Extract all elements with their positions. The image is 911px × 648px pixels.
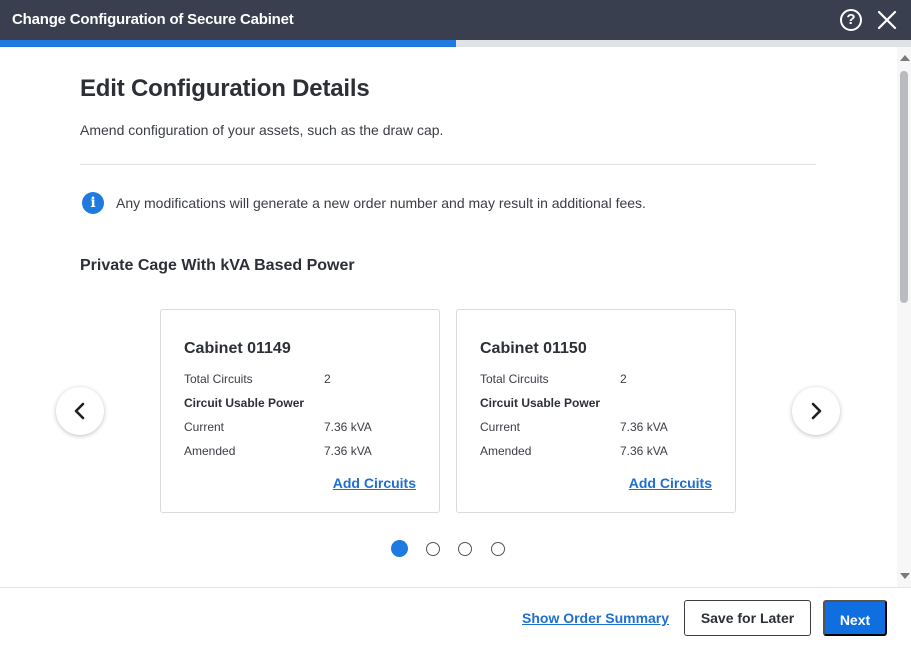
card-title: Cabinet 01149 xyxy=(184,340,291,357)
carousel-dot-2[interactable] xyxy=(426,542,440,556)
amended-label: Amended xyxy=(480,444,532,458)
next-button[interactable]: Next xyxy=(823,600,887,636)
wizard-progress-bar xyxy=(0,40,911,47)
dialog-content: Edit Configuration Details Amend configu… xyxy=(0,47,897,587)
section-title: Private Cage With kVA Based Power xyxy=(80,257,355,274)
current-label: Current xyxy=(184,420,225,434)
notice-text: Any modifications will generate a new or… xyxy=(116,195,646,211)
save-for-later-button[interactable]: Save for Later xyxy=(684,600,811,636)
window-title: Change Configuration of Secure Cabinet xyxy=(12,11,294,28)
cabinet-card: Cabinet 01149 Total Circuits 2 Circuit U… xyxy=(160,309,440,513)
amended-value: 7.36 kVA xyxy=(620,444,668,458)
info-icon: i xyxy=(82,192,104,214)
chevron-left-icon xyxy=(74,402,85,420)
carousel-prev-button[interactable] xyxy=(56,387,104,435)
amended-value: 7.36 kVA xyxy=(324,444,372,458)
card-title: Cabinet 01150 xyxy=(480,340,587,357)
vertical-scrollbar[interactable] xyxy=(897,47,911,587)
current-label: Current xyxy=(480,420,521,434)
carousel-dot-4[interactable] xyxy=(491,542,505,556)
scroll-up-arrow-icon[interactable] xyxy=(900,55,910,61)
current-value: 7.36 kVA xyxy=(324,420,372,434)
current-value: 7.36 kVA xyxy=(620,420,668,434)
carousel-dot-1[interactable] xyxy=(391,540,408,557)
scrollbar-thumb[interactable] xyxy=(900,71,908,303)
carousel-next-button[interactable] xyxy=(792,387,840,435)
total-circuits-value: 2 xyxy=(620,372,627,386)
cabinet-card: Cabinet 01150 Total Circuits 2 Circuit U… xyxy=(456,309,736,513)
power-label: Circuit Usable Power xyxy=(184,396,305,410)
chevron-right-icon xyxy=(811,402,822,420)
question-circle-icon[interactable]: ? xyxy=(840,9,862,31)
dialog-footer: Show Order Summary Save for Later Next xyxy=(0,587,911,648)
scroll-down-arrow-icon[interactable] xyxy=(900,573,910,579)
close-icon[interactable] xyxy=(876,9,898,31)
add-circuits-link[interactable]: Add Circuits xyxy=(629,475,712,491)
power-label: Circuit Usable Power xyxy=(480,396,601,410)
total-circuits-value: 2 xyxy=(324,372,331,386)
show-order-summary-link[interactable]: Show Order Summary xyxy=(522,610,669,626)
page-subtitle: Amend configuration of your assets, such… xyxy=(80,122,444,138)
carousel-dot-3[interactable] xyxy=(458,542,472,556)
total-circuits-label: Total Circuits xyxy=(184,372,253,386)
progress-fill xyxy=(0,40,456,47)
amended-label: Amended xyxy=(184,444,236,458)
divider xyxy=(80,164,816,165)
title-bar: Change Configuration of Secure Cabinet ? xyxy=(0,0,911,40)
add-circuits-link[interactable]: Add Circuits xyxy=(333,475,416,491)
total-circuits-label: Total Circuits xyxy=(480,372,549,386)
page-title: Edit Configuration Details xyxy=(80,75,370,102)
